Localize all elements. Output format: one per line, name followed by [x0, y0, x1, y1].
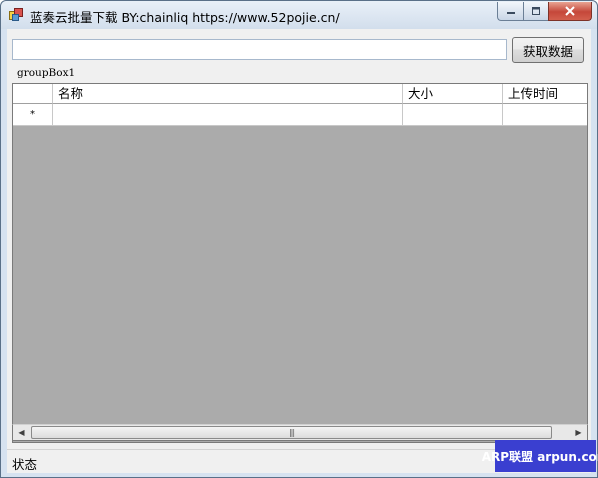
- url-input[interactable]: [12, 39, 507, 60]
- close-button[interactable]: [548, 2, 592, 21]
- close-icon: [565, 6, 575, 16]
- scroll-left-arrow-icon[interactable]: ◀: [13, 425, 30, 440]
- app-window-icon: [9, 8, 23, 21]
- column-header-size[interactable]: 大小: [403, 84, 503, 104]
- watermark-text: ARP联盟 arpun.com: [481, 449, 598, 464]
- app-window: 蓝奏云批量下载 BY:chainliq https://www.52pojie.…: [0, 0, 598, 478]
- grid-row-header-corner[interactable]: [13, 84, 53, 104]
- scroll-thumb[interactable]: |||: [31, 426, 552, 439]
- new-row-marker[interactable]: *: [13, 104, 53, 126]
- grid-cell-size[interactable]: [403, 104, 503, 126]
- scroll-grip-icon: |||: [288, 428, 295, 437]
- maximize-button[interactable]: [523, 2, 548, 21]
- group-box-label: groupBox1: [17, 67, 76, 79]
- caption-buttons: [497, 2, 592, 21]
- minimize-button[interactable]: [497, 2, 523, 21]
- data-grid[interactable]: 名称 大小 上传时间 *: [12, 83, 588, 443]
- column-header-name[interactable]: 名称: [53, 84, 403, 104]
- grid-cell-upload-time[interactable]: [503, 104, 587, 126]
- scroll-right-arrow-icon[interactable]: ▶: [570, 425, 587, 440]
- status-label: 状态: [12, 457, 38, 472]
- title-bar[interactable]: 蓝奏云批量下载 BY:chainliq https://www.52pojie.…: [1, 1, 597, 29]
- grid-header-row: 名称 大小 上传时间: [13, 84, 587, 104]
- window-title: 蓝奏云批量下载 BY:chainliq https://www.52pojie.…: [30, 10, 340, 25]
- horizontal-scrollbar[interactable]: ◀ ||| ▶: [12, 424, 588, 441]
- grid-new-row[interactable]: *: [13, 104, 587, 126]
- watermark-logo: ARP联盟 arpun.com: [482, 440, 598, 472]
- minimize-icon: [506, 12, 515, 14]
- fetch-data-button[interactable]: 获取数据: [512, 37, 584, 63]
- maximize-icon: [532, 7, 540, 15]
- grid-cell-name[interactable]: [53, 104, 403, 126]
- client-area: 获取数据 groupBox1 名称 大小 上传时间 * ◀ ||| ▶ 状态: [7, 29, 591, 473]
- column-header-upload-time[interactable]: 上传时间: [503, 84, 587, 104]
